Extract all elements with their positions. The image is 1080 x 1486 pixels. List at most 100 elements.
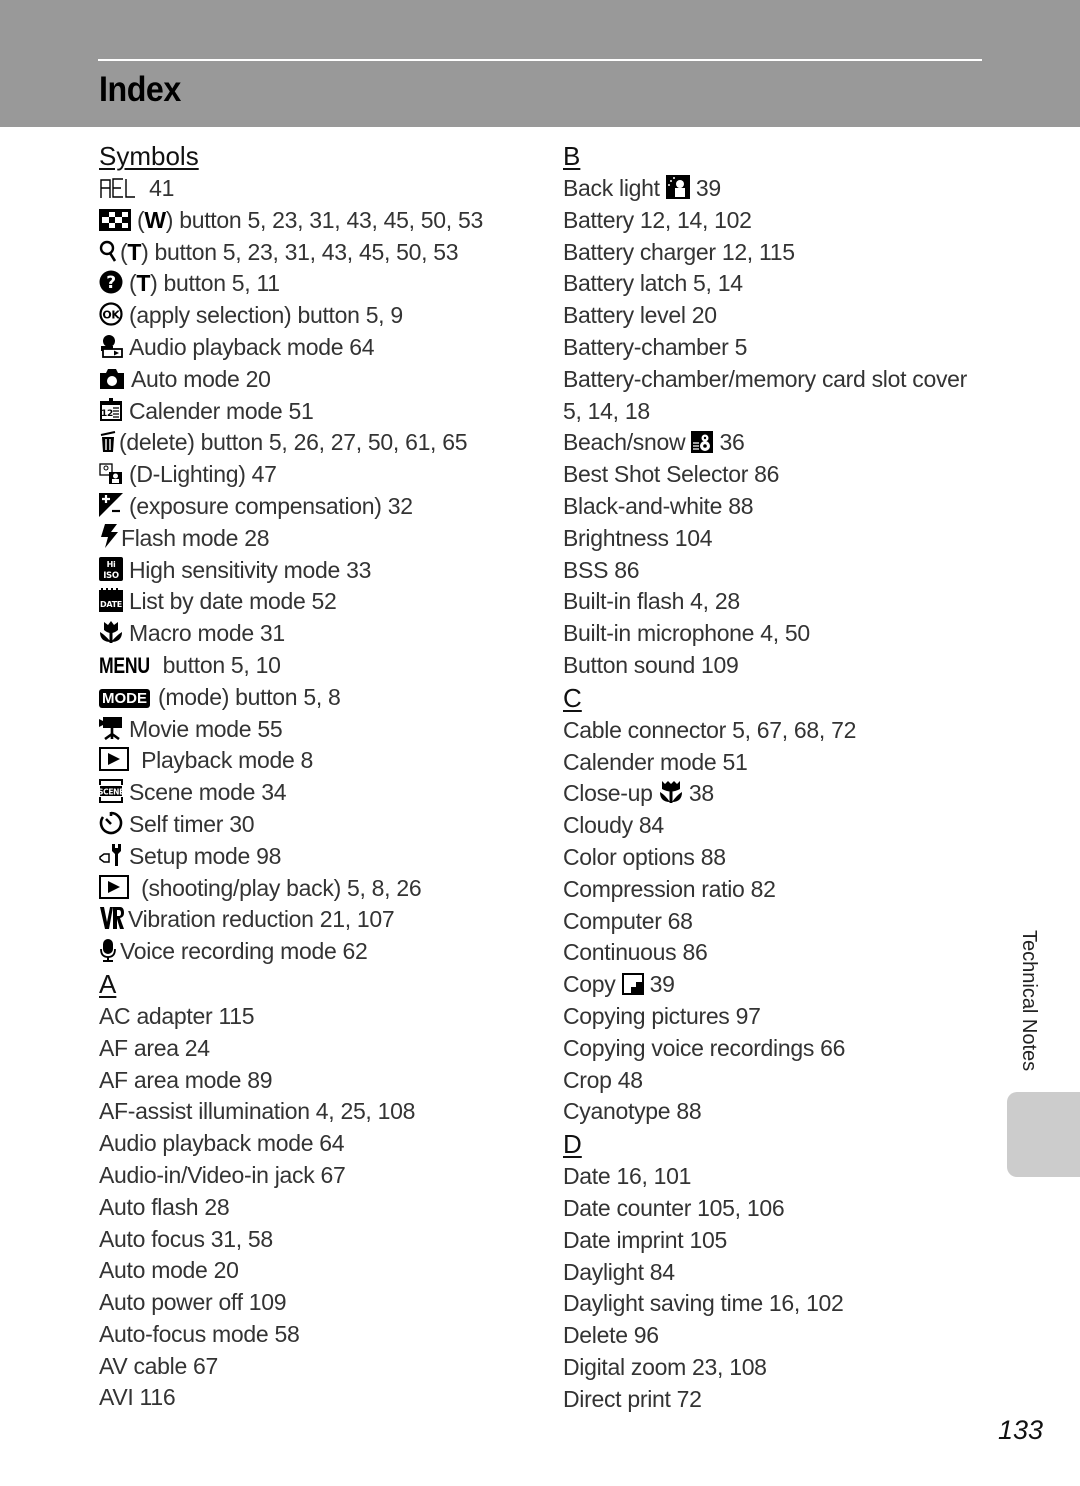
scene-icon: SCENE xyxy=(99,779,123,804)
index-entry[interactable]: Date imprint 105 xyxy=(563,1225,993,1257)
index-entry[interactable]: Battery charger 12, 115 xyxy=(563,237,993,269)
index-entry[interactable]: (T) button 5, 23, 31, 43, 45, 50, 53 xyxy=(99,237,539,269)
index-entry[interactable]: Copy 39 xyxy=(563,969,993,1001)
index-entry[interactable]: Audio playback mode 64 xyxy=(99,1128,539,1160)
index-entry[interactable]: (shooting/play back) 5, 8, 26 xyxy=(99,873,539,905)
index-entry[interactable]: Brightness 104 xyxy=(563,523,993,555)
index-entry[interactable]: Back light 39 xyxy=(563,173,993,205)
index-entry[interactable]: Daylight saving time 16, 102 xyxy=(563,1288,993,1320)
index-entry[interactable]: Audio playback mode 64 xyxy=(99,332,539,364)
index-entry[interactable]: Auto mode 20 xyxy=(99,364,539,396)
ok-icon: OK xyxy=(99,302,123,326)
index-entry[interactable]: Setup mode 98 xyxy=(99,841,539,873)
index-entry[interactable]: AF-assist illumination 4, 25, 108 xyxy=(99,1096,539,1128)
zoom-magnifier-icon xyxy=(99,240,117,262)
section-heading-c: C xyxy=(563,682,582,713)
index-entry[interactable]: AC adapter 115 xyxy=(99,1001,539,1033)
index-entry[interactable]: AVI 116 xyxy=(99,1382,539,1414)
index-entry[interactable]: Daylight 84 xyxy=(563,1257,993,1289)
index-entry[interactable]: Black-and-white 88 xyxy=(563,491,993,523)
index-entry[interactable]: MODE (mode) button 5, 8 xyxy=(99,682,539,714)
index-entry[interactable]: Digital zoom 23, 108 xyxy=(563,1352,993,1384)
index-entry[interactable]: OK (apply selection) button 5, 9 xyxy=(99,300,539,332)
index-entry[interactable]: Color options 88 xyxy=(563,842,993,874)
index-entry-continuation[interactable]: 5, 14, 18 xyxy=(563,396,993,428)
section-heading-a: A xyxy=(99,968,117,999)
index-entry[interactable]: Vibration reduction 21, 107 xyxy=(99,904,539,936)
index-entry[interactable]: Delete 96 xyxy=(563,1320,993,1352)
index-entry[interactable]: Direct print 72 xyxy=(563,1384,993,1416)
section-heading-b: B xyxy=(563,141,581,171)
ael-icon xyxy=(100,178,135,198)
index-entry[interactable]: (W) button 5, 23, 31, 43, 45, 50, 53 xyxy=(99,205,539,237)
index-entry[interactable]: Audio-in/Video-in jack 67 xyxy=(99,1160,539,1192)
index-entry[interactable]: Macro mode 31 xyxy=(99,618,539,650)
index-entry[interactable]: Built-in flash 4, 28 xyxy=(563,586,993,618)
index-entry[interactable]: Computer 68 xyxy=(563,906,993,938)
calendar-icon: 12 xyxy=(100,397,122,421)
index-entry[interactable]: Auto flash 28 xyxy=(99,1192,539,1224)
vr-icon xyxy=(100,907,124,930)
index-entry[interactable]: Compression ratio 82 xyxy=(563,874,993,906)
index-entry[interactable]: Crop 48 xyxy=(563,1065,993,1097)
index-entry[interactable]: Date counter 105, 106 xyxy=(563,1193,993,1225)
page-number: 133 xyxy=(998,1415,1044,1445)
index-entry[interactable]: Cloudy 84 xyxy=(563,810,993,842)
index-entry[interactable]: (exposure compensation) 32 xyxy=(99,491,539,523)
date-list-icon: DATE xyxy=(99,588,123,613)
index-entry[interactable]: Close-up 38 xyxy=(563,778,993,810)
exposure-compensation-icon xyxy=(99,492,123,517)
index-entry[interactable]: Calender mode 51 xyxy=(563,747,993,779)
index-entry[interactable]: Battery 12, 14, 102 xyxy=(563,205,993,237)
index-entry[interactable]: AF area mode 89 xyxy=(99,1065,539,1097)
index-entry[interactable]: Battery-chamber 5 xyxy=(563,332,993,364)
index-entry[interactable]: ? (T) button 5, 11 xyxy=(99,268,539,300)
index-entry[interactable]: Cable connector 5, 67, 68, 72 xyxy=(563,715,993,747)
index-entry[interactable]: Battery-chamber/memory card slot cover xyxy=(563,364,993,396)
index-entry[interactable]: AV cable 67 xyxy=(99,1351,539,1383)
index-entry[interactable]: 41 xyxy=(99,173,539,205)
movie-camera-icon xyxy=(99,716,122,740)
index-entry[interactable]: Auto power off 109 xyxy=(99,1287,539,1319)
index-entry[interactable]: Movie mode 55 xyxy=(99,714,539,746)
index-entry[interactable]: Auto mode 20 xyxy=(99,1255,539,1287)
index-entry[interactable]: Hi ISO High sensitivity mode 33 xyxy=(99,555,539,587)
shooting-playback-icon xyxy=(99,874,129,899)
index-entry[interactable]: BSS 86 xyxy=(563,555,993,587)
index-entry[interactable]: Battery level 20 xyxy=(563,300,993,332)
index-entry[interactable]: Date 16, 101 xyxy=(563,1161,993,1193)
index-entry[interactable]: Auto focus 31, 58 xyxy=(99,1224,539,1256)
index-entry[interactable]: Battery latch 5, 14 xyxy=(563,268,993,300)
section-tab-marker xyxy=(1007,1092,1080,1177)
index-entry[interactable]: Continuous 86 xyxy=(563,937,993,969)
index-entry[interactable]: Voice recording mode 62 xyxy=(99,936,539,968)
index-entry[interactable]: AF area 24 xyxy=(99,1033,539,1065)
index-entry[interactable]: Button sound 109 xyxy=(563,650,993,682)
index-entry[interactable]: Beach/snow 36 xyxy=(563,427,993,459)
index-column-left: Symbols 41 (W) button 5, 23, 31, 43, 45,… xyxy=(99,140,539,1414)
index-entry[interactable]: Flash mode 28 xyxy=(99,523,539,555)
playback-icon xyxy=(99,747,129,772)
index-entry[interactable]: Best Shot Selector 86 xyxy=(563,459,993,491)
index-entry[interactable]: (delete) button 5, 26, 27, 50, 61, 65 xyxy=(99,427,539,459)
hi-iso-icon: Hi ISO xyxy=(99,556,123,581)
index-entry[interactable]: Copying pictures 97 xyxy=(563,1001,993,1033)
index-entry[interactable]: Auto-focus mode 58 xyxy=(99,1319,539,1351)
svg-text:Hi: Hi xyxy=(107,560,116,569)
index-entry[interactable]: Playback mode 8 xyxy=(99,745,539,777)
index-entry[interactable]: (D-Lighting) 47 xyxy=(99,459,539,491)
svg-text:DATE: DATE xyxy=(100,600,122,609)
index-column-right: B Back light 39 Battery 12, 14, 102 Batt… xyxy=(563,140,993,1415)
index-entry[interactable]: SCENE Scene mode 34 xyxy=(99,777,539,809)
index-entry[interactable]: DATE List by date mode 52 xyxy=(99,586,539,618)
index-entry[interactable]: Built-in microphone 4, 50 xyxy=(563,618,993,650)
svg-text:12: 12 xyxy=(101,409,113,419)
menu-icon: MENU xyxy=(99,652,150,678)
index-entry[interactable]: Self timer 30 xyxy=(99,809,539,841)
index-entry[interactable]: MENU button 5, 10 xyxy=(99,650,539,682)
index-entry[interactable]: 12 Calender mode 51 xyxy=(99,396,539,428)
index-entry[interactable]: Cyanotype 88 xyxy=(563,1096,993,1128)
wide-thumbnail-icon xyxy=(99,208,131,231)
header-rule xyxy=(98,59,982,61)
index-entry[interactable]: Copying voice recordings 66 xyxy=(563,1033,993,1065)
